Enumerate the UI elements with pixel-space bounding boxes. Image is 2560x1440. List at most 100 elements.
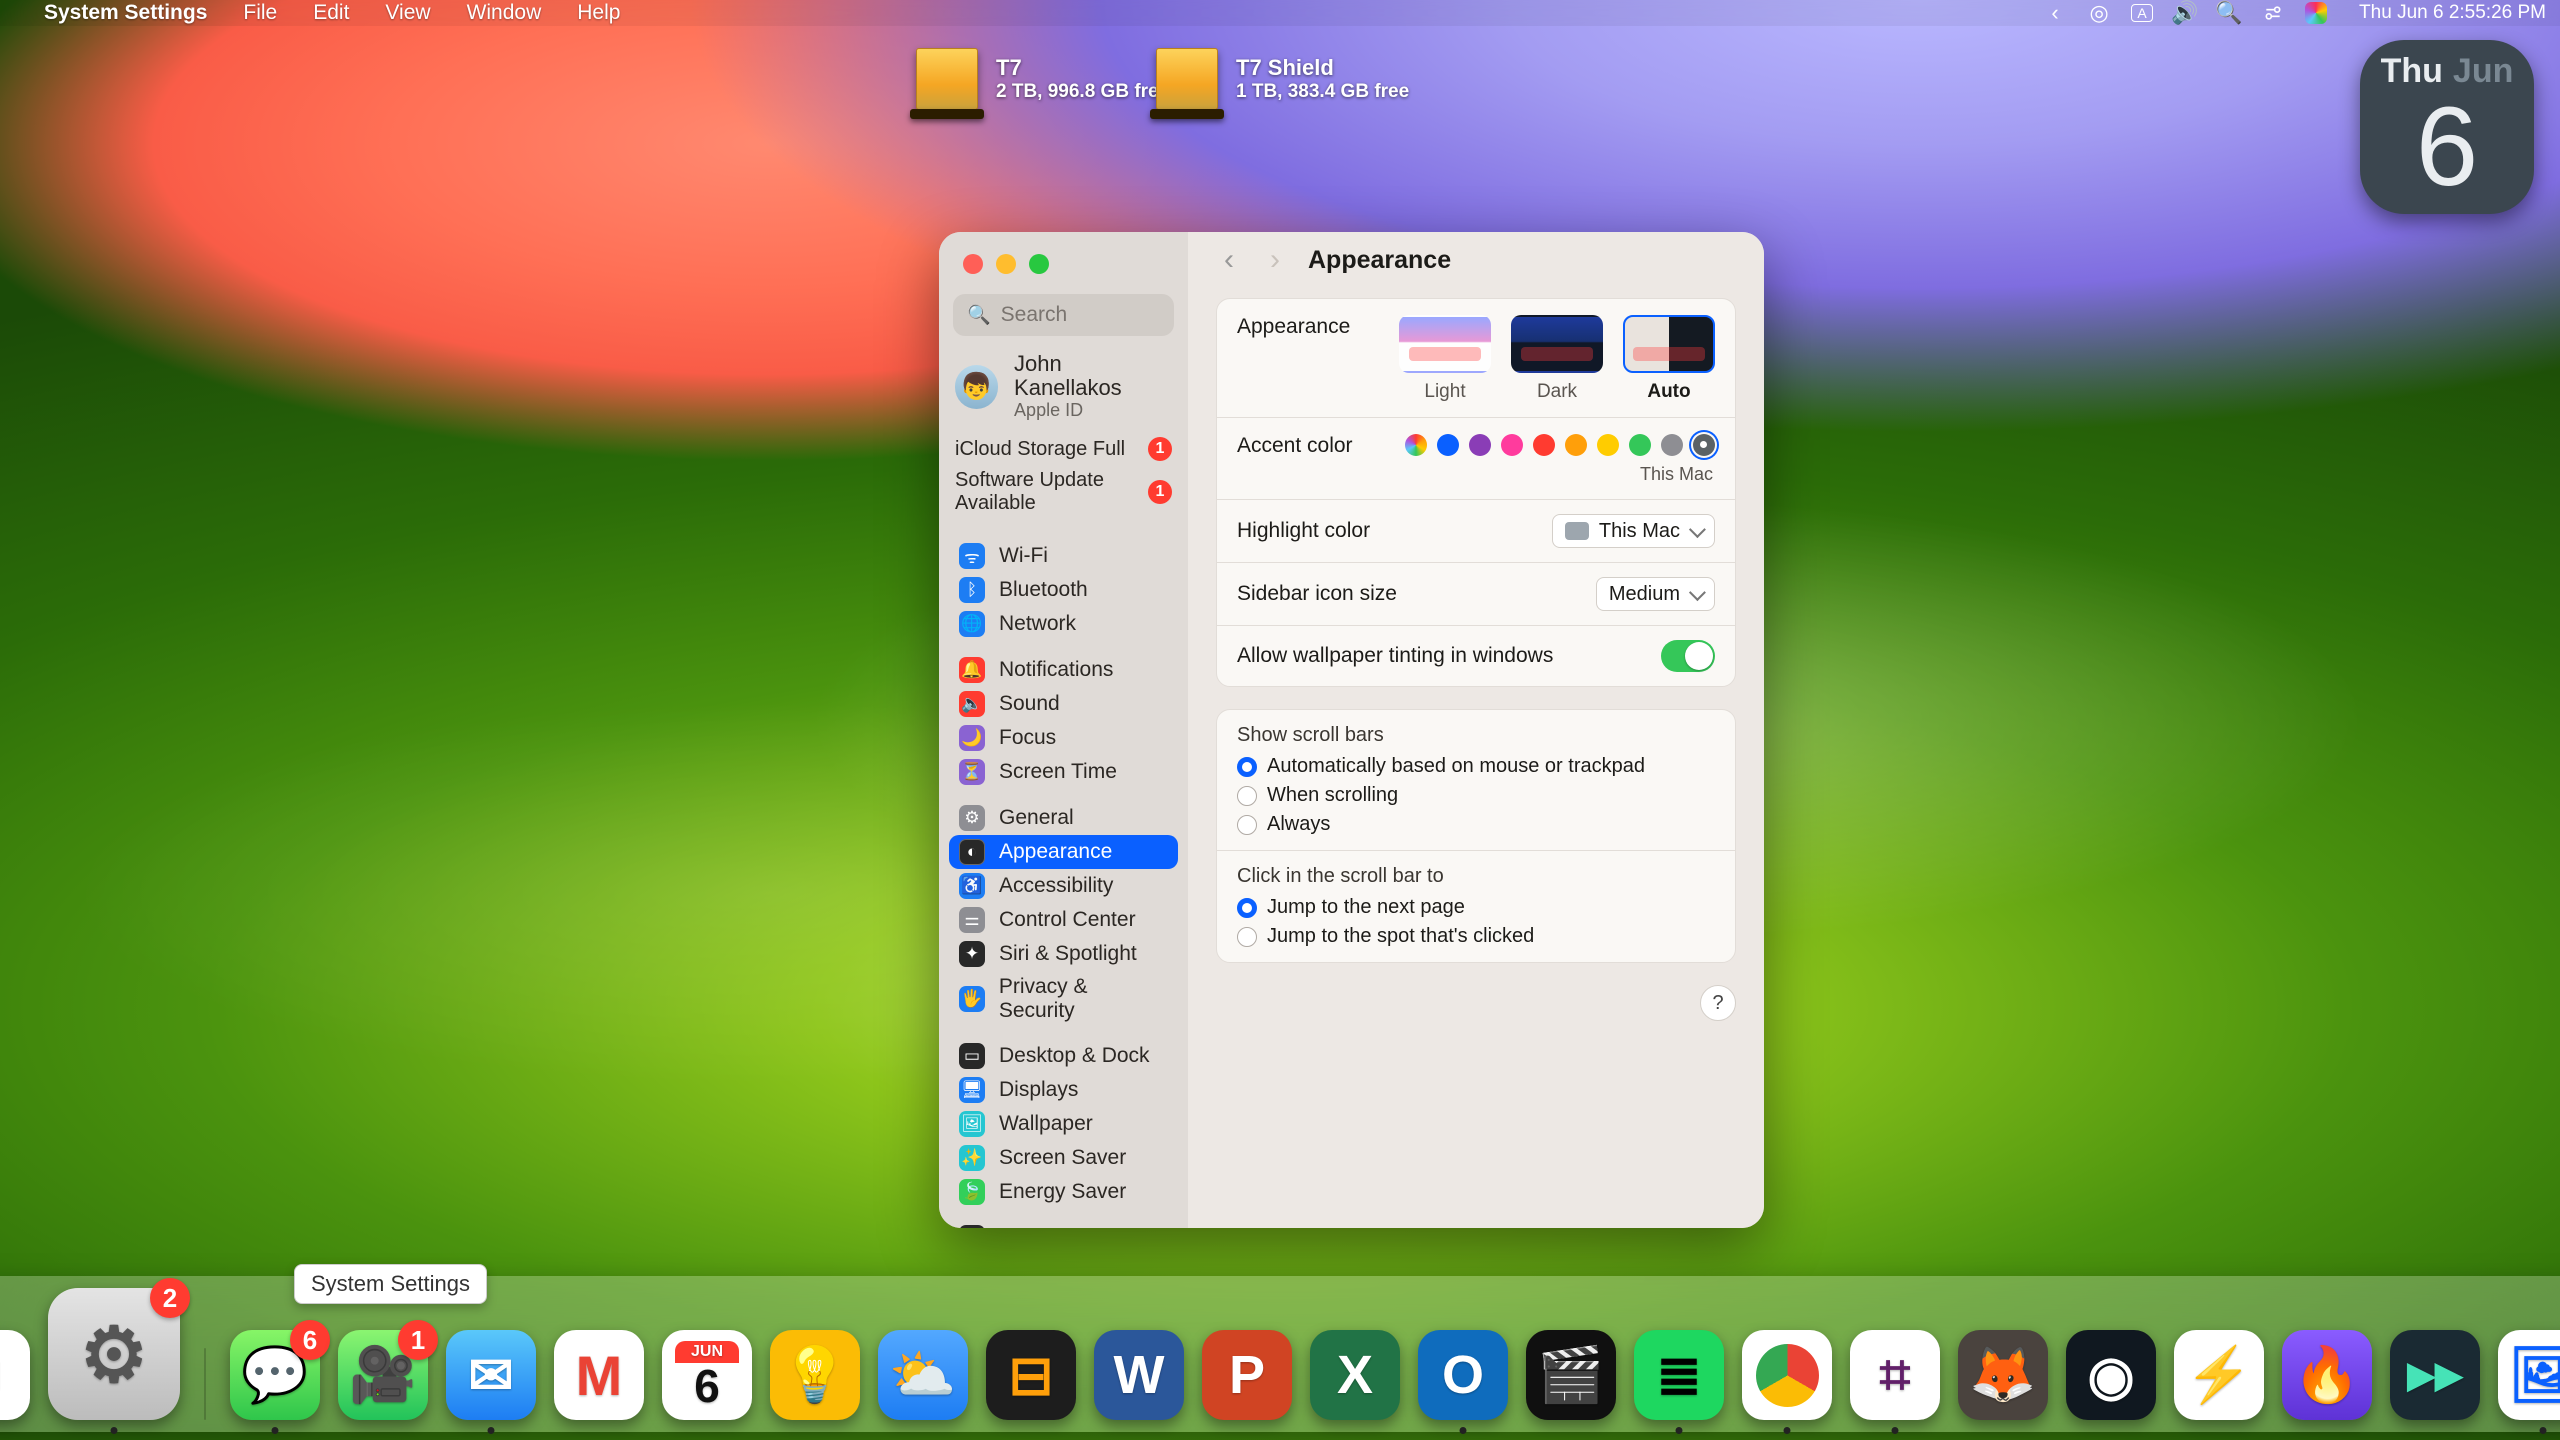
close-button[interactable]	[963, 254, 983, 274]
sidebar-item-appearance[interactable]: ◐Appearance	[949, 835, 1178, 869]
scrollbars-opt-auto[interactable]: Automatically based on mouse or trackpad	[1237, 755, 1715, 778]
sidebar-item-network[interactable]: 🌐Network	[949, 607, 1178, 641]
highlight-select[interactable]: This Mac	[1552, 514, 1715, 548]
sidebar-item-desktopdock[interactable]: ▭Desktop & Dock	[949, 1039, 1178, 1073]
volume-icon[interactable]: 🔊	[2173, 1, 2197, 25]
alert-badge: 1	[1148, 480, 1172, 504]
accent-color-dot[interactable]	[1469, 434, 1491, 456]
apple-id-row[interactable]: John Kanellakos Apple ID	[939, 348, 1188, 433]
nav-forward-button[interactable]: ›	[1262, 247, 1288, 273]
sidebar-item-label: Lock Screen	[999, 1226, 1116, 1228]
search-input[interactable]: 🔍 Search	[953, 294, 1174, 336]
spotlight-icon[interactable]: 🔍	[2217, 1, 2241, 25]
sidebar-item-siri[interactable]: ✦Siri & Spotlight	[949, 937, 1178, 971]
appearance-option-auto[interactable]: Auto	[1623, 315, 1715, 403]
scrollbars-opt-always[interactable]: Always	[1237, 813, 1715, 836]
sidebar-item-sound[interactable]: 🔈Sound	[949, 687, 1178, 721]
scrollclick-opt-page[interactable]: Jump to the next page	[1237, 896, 1715, 919]
app-menu[interactable]: System Settings	[28, 0, 223, 26]
sidebar-item-controlcenter[interactable]: ⚌Control Center	[949, 903, 1178, 937]
dock-app-calendar[interactable]: JUN 6	[662, 1330, 752, 1420]
sidebar-item-displays[interactable]: 🖥Displays	[949, 1073, 1178, 1107]
dock-app-calculator[interactable]: ⊟	[986, 1330, 1076, 1420]
sidebar-item-energysaver[interactable]: 🍃Energy Saver	[949, 1175, 1178, 1209]
alert-update[interactable]: Software Update Available 1	[939, 465, 1188, 519]
sidebar-item-bluetooth[interactable]: ᛒBluetooth	[949, 573, 1178, 607]
sidebar-item-label: Displays	[999, 1078, 1078, 1102]
sidebar-item-general[interactable]: ⚙General	[949, 801, 1178, 835]
sound-icon: 🔈	[959, 691, 985, 717]
menu-file[interactable]: File	[227, 0, 293, 26]
widget-day: 6	[2416, 91, 2478, 203]
menu-view[interactable]: View	[369, 0, 446, 26]
dock-app-screenshot[interactable]: 🔥	[2282, 1330, 2372, 1420]
sidebar-item-focus[interactable]: 🌙Focus	[949, 721, 1178, 755]
dock-app-slack[interactable]: ⌗	[1850, 1330, 1940, 1420]
sidebar-item-notifications[interactable]: 🔔Notifications	[949, 653, 1178, 687]
dock-app-outlook[interactable]: O	[1418, 1330, 1508, 1420]
control-center-icon[interactable]	[2261, 1, 2285, 25]
menu-help[interactable]: Help	[561, 0, 636, 26]
siri-icon[interactable]	[2305, 2, 2327, 24]
dock-app-systemsettings[interactable]: ⚙︎ 2	[48, 1288, 180, 1420]
status-item[interactable]: ‹	[2043, 1, 2067, 25]
dock-app-word[interactable]: W	[1094, 1330, 1184, 1420]
dock-app-steam[interactable]: ◉	[2066, 1330, 2156, 1420]
dock-app-weather[interactable]: ⛅	[878, 1330, 968, 1420]
sidebar-item-wallpaper[interactable]: 🖼Wallpaper	[949, 1107, 1178, 1141]
dock-app-mail[interactable]: ✉︎	[446, 1330, 536, 1420]
tint-toggle[interactable]	[1661, 640, 1715, 672]
sidebar-item-screensaver[interactable]: ✨Screen Saver	[949, 1141, 1178, 1175]
sidebar-item-accessibility[interactable]: ♿Accessibility	[949, 869, 1178, 903]
dock-app-keep[interactable]: 💡	[770, 1330, 860, 1420]
appearance-option-light[interactable]: Light	[1399, 315, 1491, 403]
dock-app-launchpad[interactable]: ⊞	[0, 1330, 30, 1420]
sidebar-item-screentime[interactable]: ⏳Screen Time	[949, 755, 1178, 789]
accent-color-dot[interactable]	[1437, 434, 1459, 456]
sidebar-size-select[interactable]: Medium	[1596, 577, 1715, 611]
menu-edit[interactable]: Edit	[297, 0, 365, 26]
status-item[interactable]: ◎	[2087, 1, 2111, 25]
dock-app-facetime[interactable]: 🎥1	[338, 1330, 428, 1420]
menubar-clock[interactable]: Thu Jun 6 2:55:26 PM	[2347, 0, 2546, 26]
accent-color-dot[interactable]	[1693, 434, 1715, 456]
dock-app-gmail[interactable]: M	[554, 1330, 644, 1420]
accent-color-dot[interactable]	[1661, 434, 1683, 456]
accent-color-dot[interactable]	[1597, 434, 1619, 456]
scrollbars-opt-scrolling[interactable]: When scrolling	[1237, 784, 1715, 807]
steam-icon: ◉	[2066, 1330, 2156, 1420]
alert-icloud[interactable]: iCloud Storage Full 1	[939, 433, 1188, 465]
accent-color-dot[interactable]	[1629, 434, 1651, 456]
accent-color-dot[interactable]	[1501, 434, 1523, 456]
desktop-disk-t7shield[interactable]: T7 Shield 1 TB, 383.4 GB free	[1156, 48, 1409, 110]
dock-app-powerpoint[interactable]: P	[1202, 1330, 1292, 1420]
dock-app-coolbeans[interactable]: ▶▶	[2390, 1330, 2480, 1420]
zoom-button[interactable]	[1029, 254, 1049, 274]
accent-color-dot[interactable]	[1533, 434, 1555, 456]
dock-app-imovie[interactable]: 🎬	[1526, 1330, 1616, 1420]
scrollclick-opt-spot[interactable]: Jump to the spot that's clicked	[1237, 925, 1715, 948]
sidebar-item-privacy[interactable]: 🖐Privacy & Security	[949, 971, 1178, 1027]
keyboard-input-icon[interactable]: A	[2131, 4, 2153, 22]
menu-window[interactable]: Window	[451, 0, 558, 26]
dock-app-chrome[interactable]	[1742, 1330, 1832, 1420]
dock-app-spotify[interactable]: ≣	[1634, 1330, 1724, 1420]
appearance-option-dark[interactable]: Dark	[1511, 315, 1603, 403]
calendar-widget[interactable]: Thu Jun 6	[2360, 40, 2534, 214]
dock-app-preview[interactable]: 🖼	[2498, 1330, 2560, 1420]
accent-color-dot[interactable]	[1405, 434, 1427, 456]
radio-label: Jump to the next page	[1267, 896, 1465, 919]
bell-icon: 🔔	[959, 657, 985, 683]
minimize-button[interactable]	[996, 254, 1016, 274]
gimp-icon: 🦊	[1958, 1330, 2048, 1420]
dock-app-excel[interactable]: X	[1310, 1330, 1400, 1420]
accent-color-dot[interactable]	[1565, 434, 1587, 456]
dock-app-gimp[interactable]: 🦊	[1958, 1330, 2048, 1420]
help-button[interactable]: ?	[1700, 985, 1736, 1021]
sidebar-item-lockscreen[interactable]: 🔒Lock Screen	[949, 1221, 1178, 1228]
desktop-disk-t7[interactable]: T7 2 TB, 996.8 GB free	[916, 48, 1169, 110]
nav-back-button[interactable]: ‹	[1216, 247, 1242, 273]
dock-app-messages[interactable]: 💬6	[230, 1330, 320, 1420]
sidebar-item-wifi[interactable]: ᯤWi-Fi	[949, 539, 1178, 573]
dock-app-messenger[interactable]: ⚡	[2174, 1330, 2264, 1420]
